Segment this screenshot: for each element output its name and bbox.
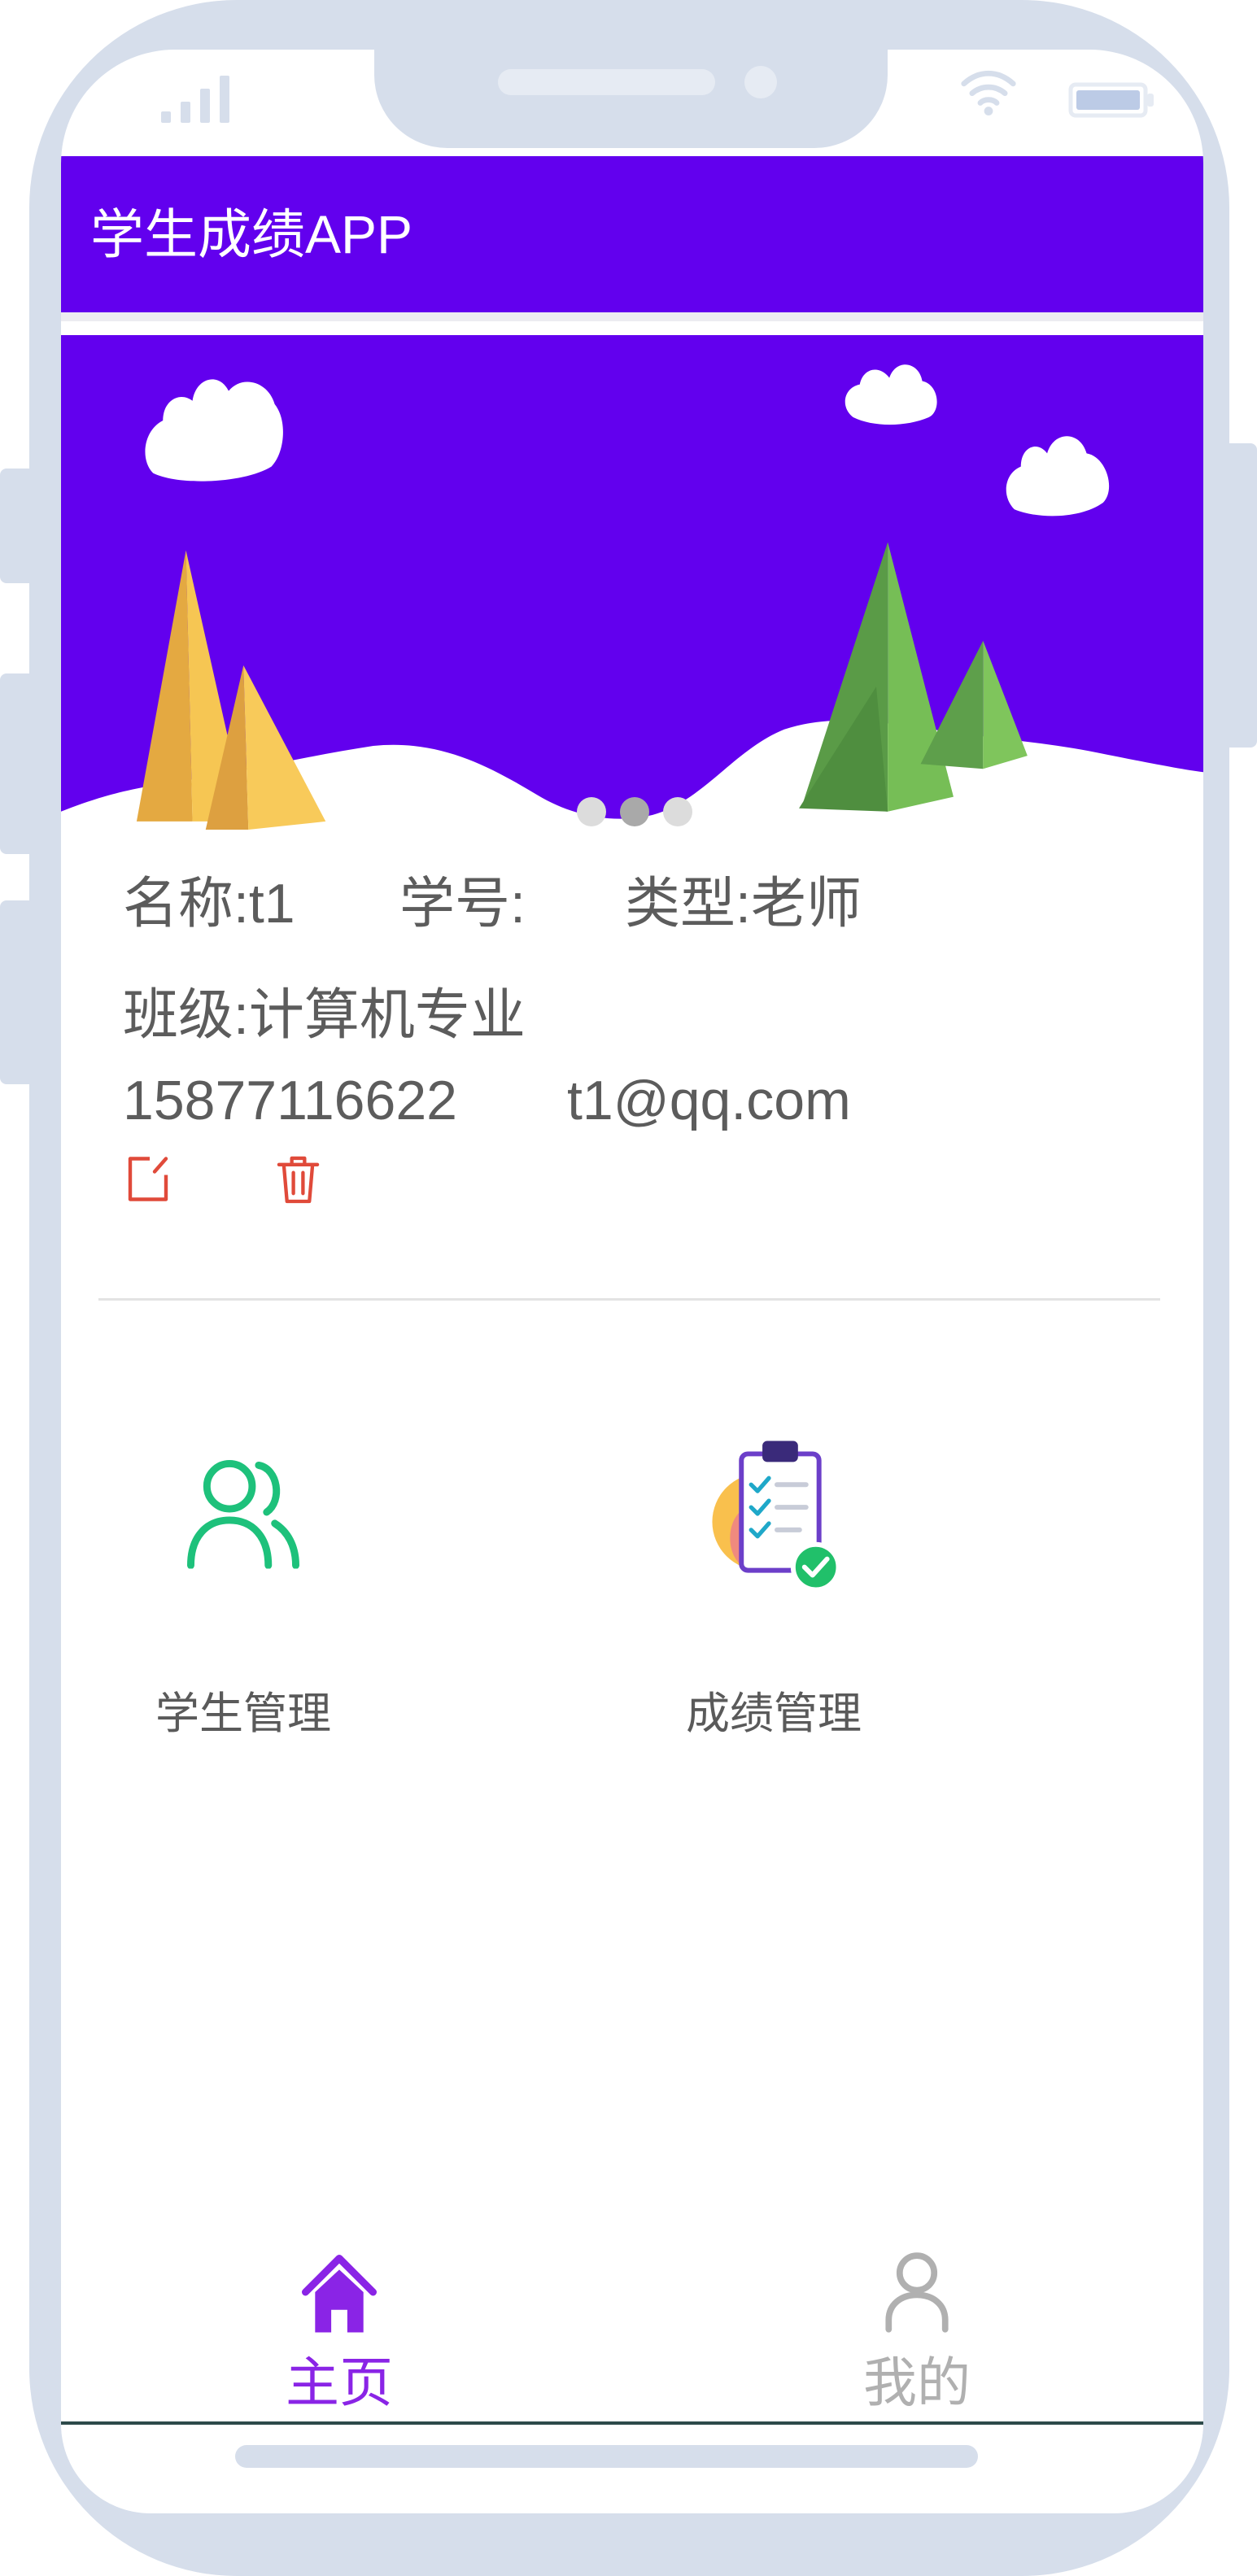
banner-illustration [61,335,1203,830]
name-value: t1 [248,873,295,935]
menu-student-management-label: 学生管理 [155,1689,331,1738]
person-icon [885,2252,949,2333]
users-icon [187,1459,299,1569]
carousel-dot[interactable] [577,797,606,826]
battery-icon [1068,82,1154,118]
type-value: 老师 [750,873,862,935]
side-button-right [1223,443,1257,748]
trash-icon[interactable] [276,1153,321,1205]
home-indicator[interactable] [235,2445,978,2468]
carousel-dot[interactable] [620,797,649,826]
menu-student-management[interactable]: 学生管理 [97,1424,390,1750]
speaker-grille [498,69,715,95]
class-field: 班级:计算机专业 [123,983,526,1048]
email-field: t1@qq.com [567,1070,851,1131]
nav-bottom-border [61,2421,1203,2425]
phone-screen: 学生成绩APP 名称:t1 学号: 类型:老师 班级:计算机专业 1587711… [61,50,1203,2513]
app-bar: 学生成绩APP [61,156,1203,312]
nav-mine[interactable]: 我的 [795,2238,1039,2417]
side-button-left-2 [0,673,36,854]
front-camera [744,66,777,98]
app-bar-shadow [61,312,1203,321]
type-field: 类型:老师 [625,871,862,936]
phone-notch [374,33,888,148]
name-label: 名称: [123,873,249,935]
app-title: 学生成绩APP [90,204,413,264]
edit-icon[interactable] [127,1153,169,1203]
wifi-icon [961,71,1016,116]
menu-score-management[interactable]: 成绩管理 [627,1424,920,1750]
banner-carousel[interactable] [61,335,1203,830]
student-id-field: 学号: [399,871,526,936]
student-id-label: 学号: [399,873,526,935]
side-button-left-3 [0,900,36,1084]
class-label: 班级: [123,984,249,1046]
signal-icon [161,74,231,123]
menu-score-management-label: 成绩管理 [686,1689,862,1738]
name-field: 名称:t1 [123,871,295,936]
nav-home[interactable]: 主页 [217,2238,461,2417]
nav-mine-label: 我的 [863,2352,971,2413]
phone-field: 15877116622 [123,1070,457,1131]
side-button-left-1 [0,469,36,583]
nav-home-label: 主页 [286,2352,393,2413]
type-label: 类型: [625,873,751,935]
clipboard-check-icon [712,1441,841,1593]
carousel-dot[interactable] [663,797,692,826]
home-icon [301,2255,378,2333]
carousel-indicator [577,797,692,826]
class-value: 计算机专业 [248,984,526,1046]
section-divider [98,1298,1160,1301]
